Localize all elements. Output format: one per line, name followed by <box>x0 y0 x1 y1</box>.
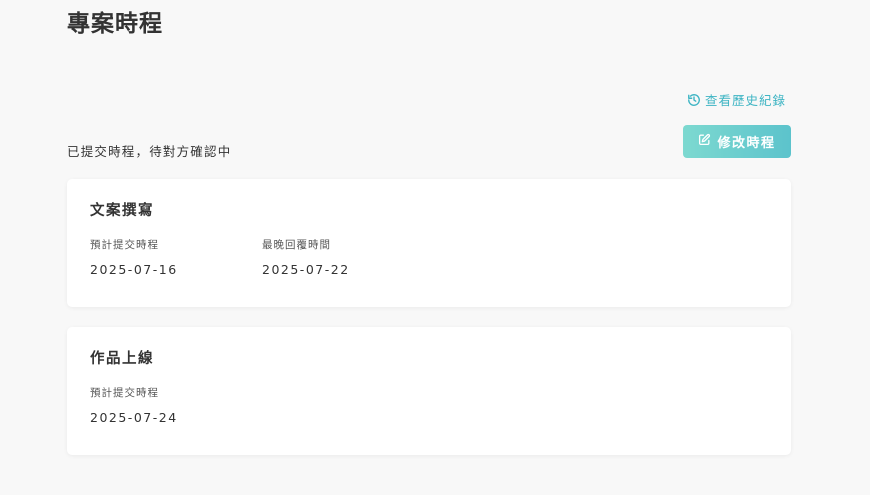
field-value: 2025-07-24 <box>90 410 178 425</box>
edit-schedule-button[interactable]: 修改時程 <box>683 125 791 158</box>
field-label: 預計提交時程 <box>90 239 159 251</box>
edit-icon <box>698 133 711 150</box>
status-text: 已提交時程，待對方確認中 <box>67 144 232 159</box>
milestone-field: 預計提交時程 2025-07-24 <box>90 385 178 425</box>
field-label: 最晚回覆時間 <box>262 239 331 251</box>
field-label: 預計提交時程 <box>90 387 159 399</box>
milestone-card: 作品上線 預計提交時程 2025-07-24 <box>67 327 791 455</box>
page: 專案時程 查看歷史紀錄 已提交時程，待對方確認中 修改時程 文案撰寫 預計提交時… <box>0 0 870 495</box>
milestone-field: 預計提交時程 2025-07-16 <box>90 237 178 277</box>
milestone-title: 作品上線 <box>90 351 154 367</box>
milestone-card: 文案撰寫 預計提交時程 2025-07-16 最晚回覆時間 2025-07-22 <box>67 179 791 307</box>
field-value: 2025-07-22 <box>262 262 350 277</box>
edit-schedule-label: 修改時程 <box>717 136 776 151</box>
page-title: 專案時程 <box>67 11 163 37</box>
view-history-label: 查看歷史紀錄 <box>704 93 786 108</box>
history-icon <box>687 93 701 107</box>
milestone-field: 最晚回覆時間 2025-07-22 <box>262 237 350 277</box>
field-value: 2025-07-16 <box>90 262 178 277</box>
view-history-link[interactable]: 查看歷史紀錄 <box>687 90 786 109</box>
milestone-title: 文案撰寫 <box>90 203 154 219</box>
